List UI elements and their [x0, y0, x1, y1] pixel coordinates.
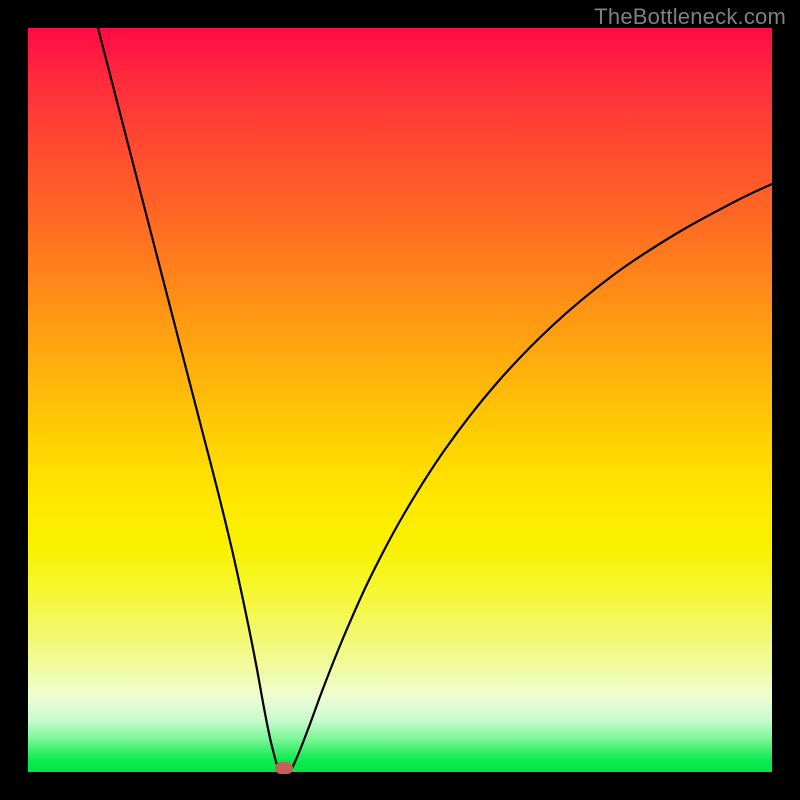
bottleneck-curve	[28, 28, 772, 772]
optimal-point-marker	[275, 762, 293, 774]
watermark-text: TheBottleneck.com	[594, 4, 786, 30]
curve-left-branch	[98, 28, 280, 772]
curve-right-branch	[290, 184, 772, 772]
chart-plot-area	[28, 28, 772, 772]
